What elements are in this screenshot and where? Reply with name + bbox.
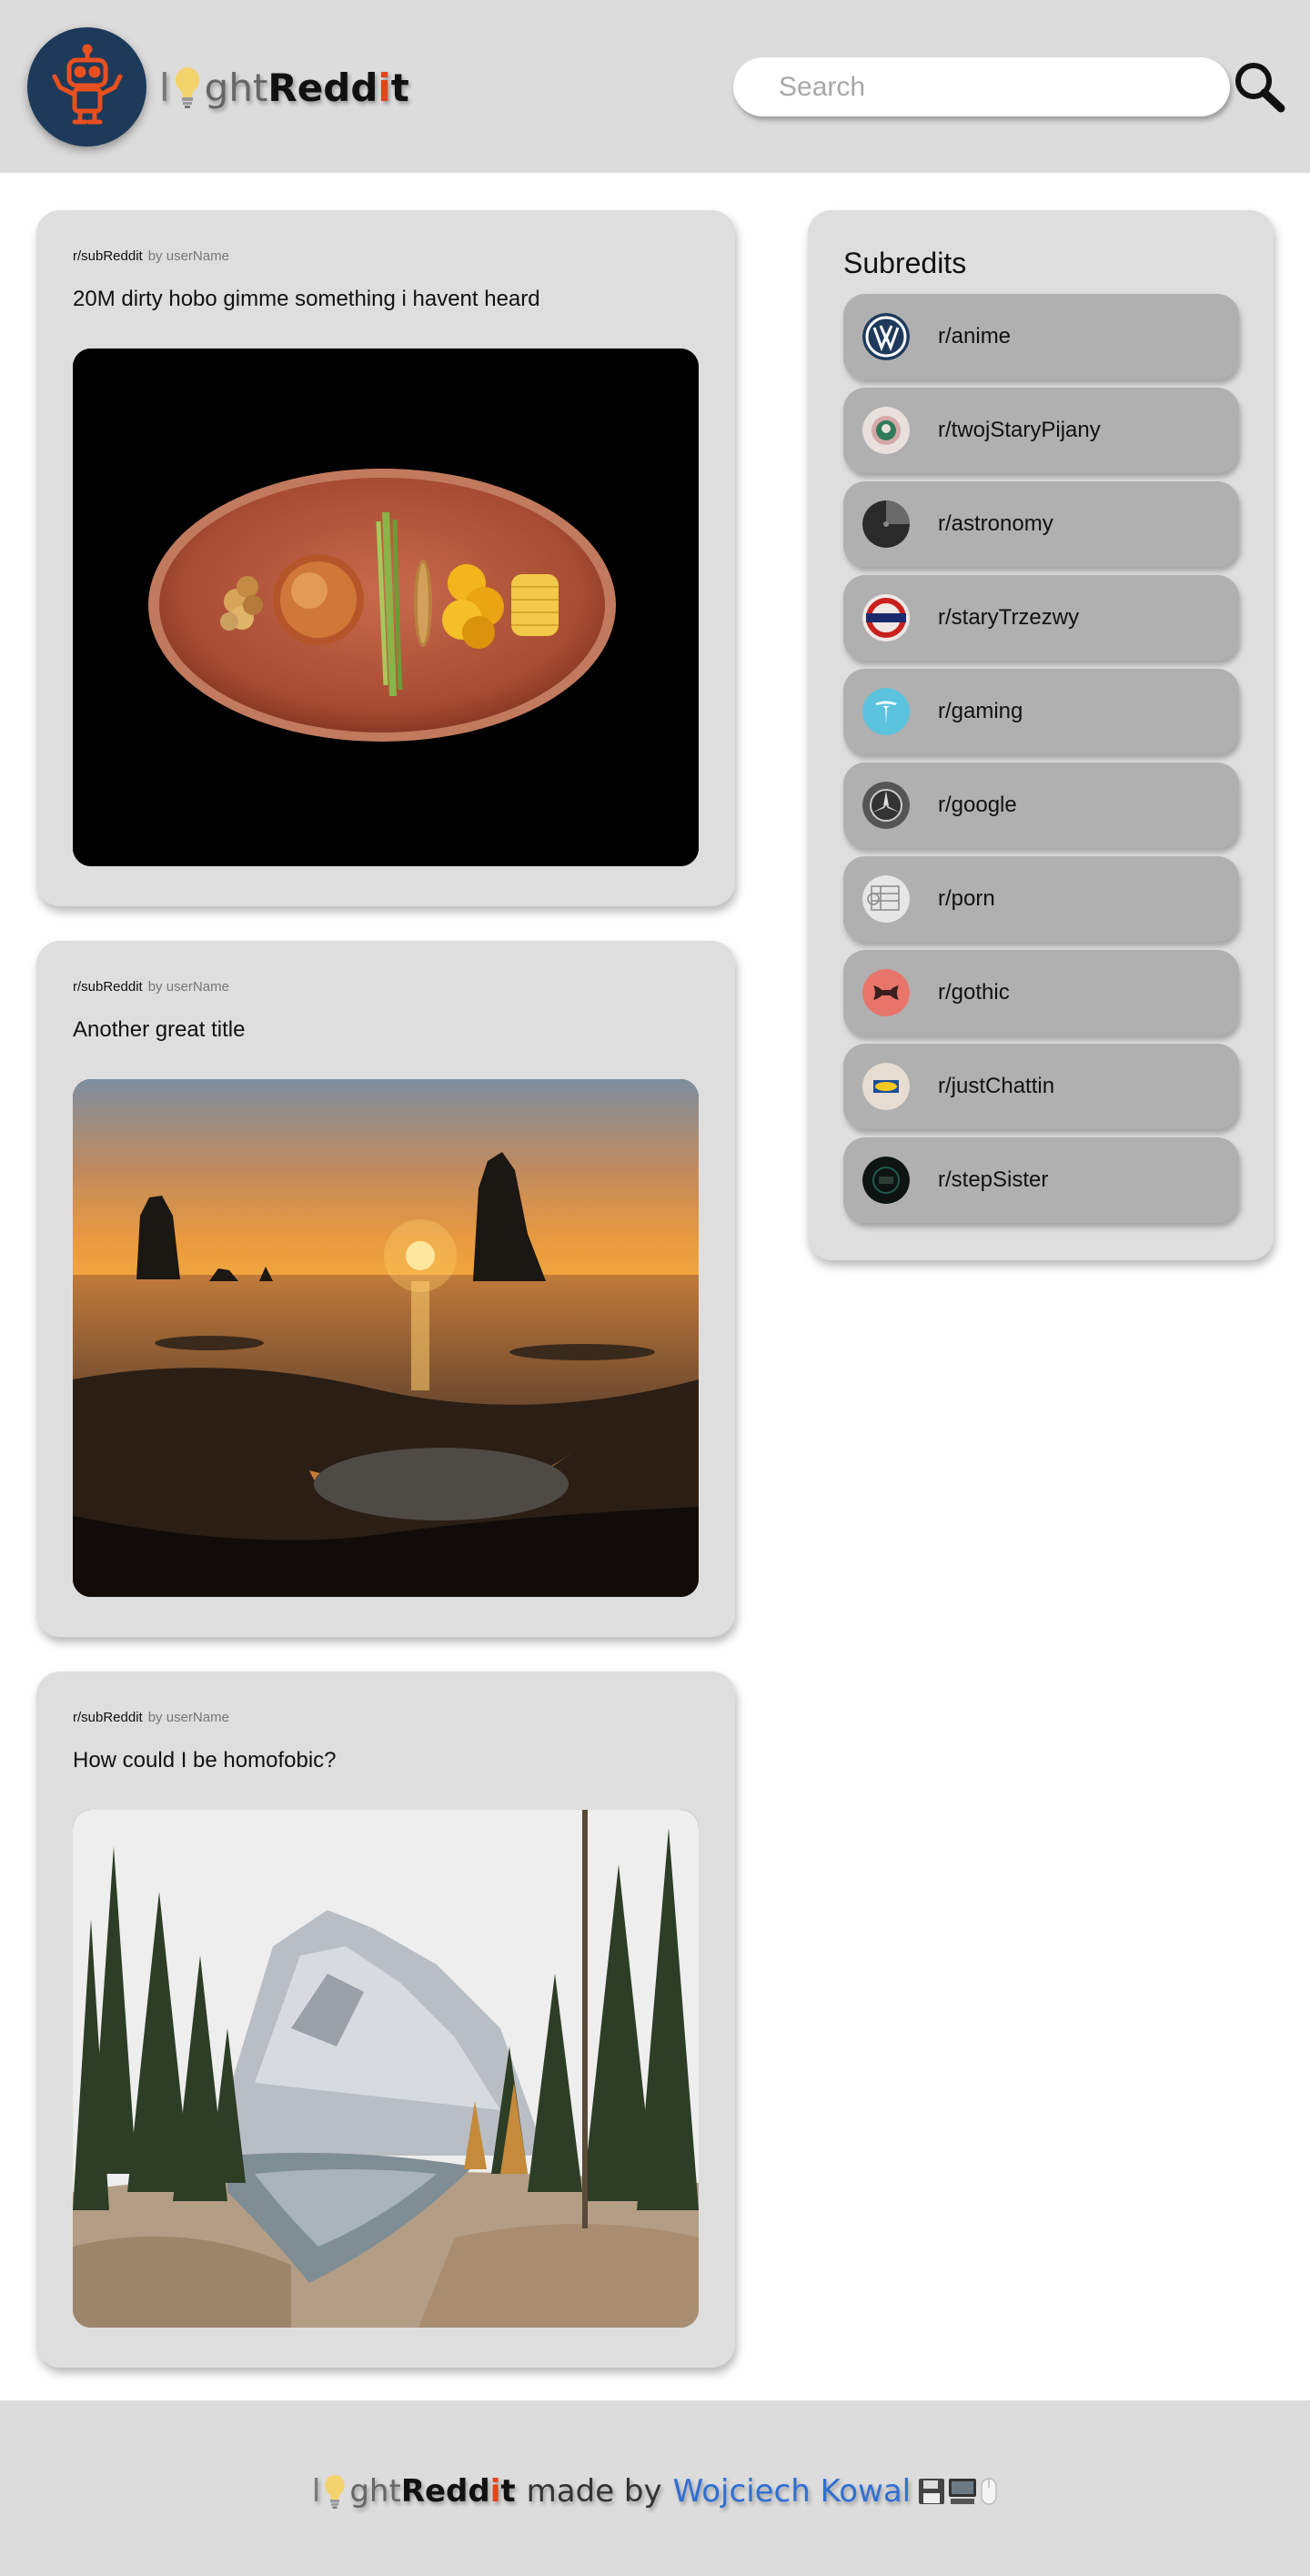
dark-sphere-icon — [862, 500, 910, 548]
sidebar-item-label: r/anime — [938, 324, 1012, 349]
sidebar-title: Subredits — [843, 247, 967, 279]
brand-letter-i: i — [489, 2473, 501, 2510]
sidebar-item-stepsister[interactable]: r/stepSister — [843, 1137, 1239, 1223]
sidebar-item-starytrzezwy[interactable]: r/staryTrzezwy — [843, 575, 1239, 661]
brand-word-redd: Redd — [267, 65, 378, 110]
brand-word-redd: Redd — [400, 2473, 490, 2510]
brand-letter-l: l — [311, 2473, 321, 2510]
sidebar-item-label: r/justChattin — [938, 1074, 1055, 1098]
footer: l ght Redd i t made by Wojciech Kowal — [0, 2400, 1310, 2576]
brand-letter-l: l — [159, 65, 170, 110]
magnifier-icon — [1235, 63, 1285, 113]
dark-badge-icon — [862, 1157, 910, 1204]
sidebar-item-gothic[interactable]: r/gothic — [843, 950, 1239, 1035]
site-logo[interactable] — [27, 27, 146, 146]
brand-letter-i: i — [378, 65, 391, 110]
post-author[interactable]: by userName — [148, 1710, 229, 1725]
post-card[interactable]: r/subReddit by userName Another great tit… — [36, 941, 735, 1637]
subreddits-sidebar: Subredits r/anime r/twojStaryPijany r/as… — [808, 210, 1274, 1260]
sidebar-item-anime[interactable]: r/anime — [843, 294, 1239, 379]
post-image[interactable] — [73, 1810, 699, 2328]
sidebar-item-label: r/gothic — [938, 980, 1010, 1005]
sidebar-item-astronomy[interactable]: r/astronomy — [843, 481, 1239, 567]
ikea-logo-icon — [862, 1063, 910, 1110]
sidebar-item-label: r/porn — [938, 886, 995, 911]
sidebar-item-porn[interactable]: r/porn — [843, 856, 1239, 942]
footer-credit: l ght Redd i t made by Wojciech Kowal — [0, 2464, 1310, 2519]
footer-made-by: made by — [526, 2473, 662, 2510]
floppy-disk-icon — [919, 2479, 945, 2504]
sidebar-item-label: r/astronomy — [938, 511, 1053, 536]
sidebar-item-twojstarypijany[interactable]: r/twojStaryPijany — [843, 388, 1239, 473]
sidebar-item-google[interactable]: r/google — [843, 763, 1239, 848]
post-author[interactable]: by userName — [148, 248, 229, 264]
sunset-sea-stacks-photo — [73, 1079, 699, 1597]
red-emblem-icon — [862, 969, 910, 1016]
post-meta: r/subReddit by userName — [73, 248, 229, 264]
post-meta: r/subReddit by userName — [73, 1710, 229, 1725]
post-card[interactable]: r/subReddit by userName 20M dirty hobo gi… — [36, 210, 735, 906]
sidebar-item-label: r/stepSister — [938, 1167, 1049, 1192]
header: l ght Redd i t — [0, 0, 1310, 173]
brand-letter-t: t — [500, 2473, 516, 2510]
sidebar-item-label: r/gaming — [938, 699, 1023, 723]
post-image[interactable] — [73, 1079, 699, 1597]
footer-brand[interactable]: l ght Redd i t — [312, 2472, 516, 2510]
brand-word-ght: ght — [204, 65, 268, 110]
post-author[interactable]: by userName — [148, 979, 229, 995]
post-title[interactable]: 20M dirty hobo gimme something i havent … — [73, 287, 540, 312]
brand-word-ght: ght — [349, 2473, 401, 2510]
footer-devices — [918, 2477, 998, 2506]
sidebar-item-label: r/google — [938, 793, 1017, 817]
tesla-logo-icon — [862, 688, 910, 735]
lightbulb-icon — [325, 2474, 346, 2509]
volkswagen-logo-icon — [862, 313, 910, 360]
robot-icon — [52, 44, 122, 124]
post-image[interactable] — [73, 349, 699, 866]
sidebar-item-label: r/staryTrzezwy — [938, 605, 1080, 630]
sidebar-item-justchattin[interactable]: r/justChattin — [843, 1044, 1239, 1129]
lightbulb-icon — [175, 67, 199, 108]
sidebar-item-gaming[interactable]: r/gaming — [843, 669, 1239, 754]
mercedes-logo-icon — [862, 782, 910, 829]
search-input[interactable] — [733, 57, 1230, 116]
author-link[interactable]: Wojciech Kowal — [673, 2473, 911, 2510]
starbucks-logo-icon — [862, 407, 910, 454]
food-plate-photo — [73, 349, 699, 866]
sidebar-item-label: r/twojStaryPijany — [938, 418, 1101, 442]
sketch-icon — [862, 875, 910, 923]
post-meta: r/subReddit by userName — [73, 979, 229, 995]
post-title[interactable]: Another great title — [73, 1017, 245, 1043]
brand-letter-t: t — [390, 65, 409, 110]
post-card[interactable]: r/subReddit by userName How could I be ho… — [36, 1672, 735, 2368]
mountain-lake-forest-photo — [73, 1810, 699, 2328]
post-subreddit-link[interactable]: r/subReddit — [73, 979, 143, 995]
site-brand[interactable]: l ght Redd i t — [159, 60, 409, 115]
mouse-icon — [981, 2478, 997, 2505]
post-title[interactable]: How could I be homofobic? — [73, 1748, 337, 1773]
computer-icon — [949, 2479, 977, 2504]
post-subreddit-link[interactable]: r/subReddit — [73, 248, 143, 264]
search-button[interactable] — [1232, 60, 1288, 115]
post-subreddit-link[interactable]: r/subReddit — [73, 1710, 143, 1725]
roundel-sign-icon — [862, 594, 910, 641]
